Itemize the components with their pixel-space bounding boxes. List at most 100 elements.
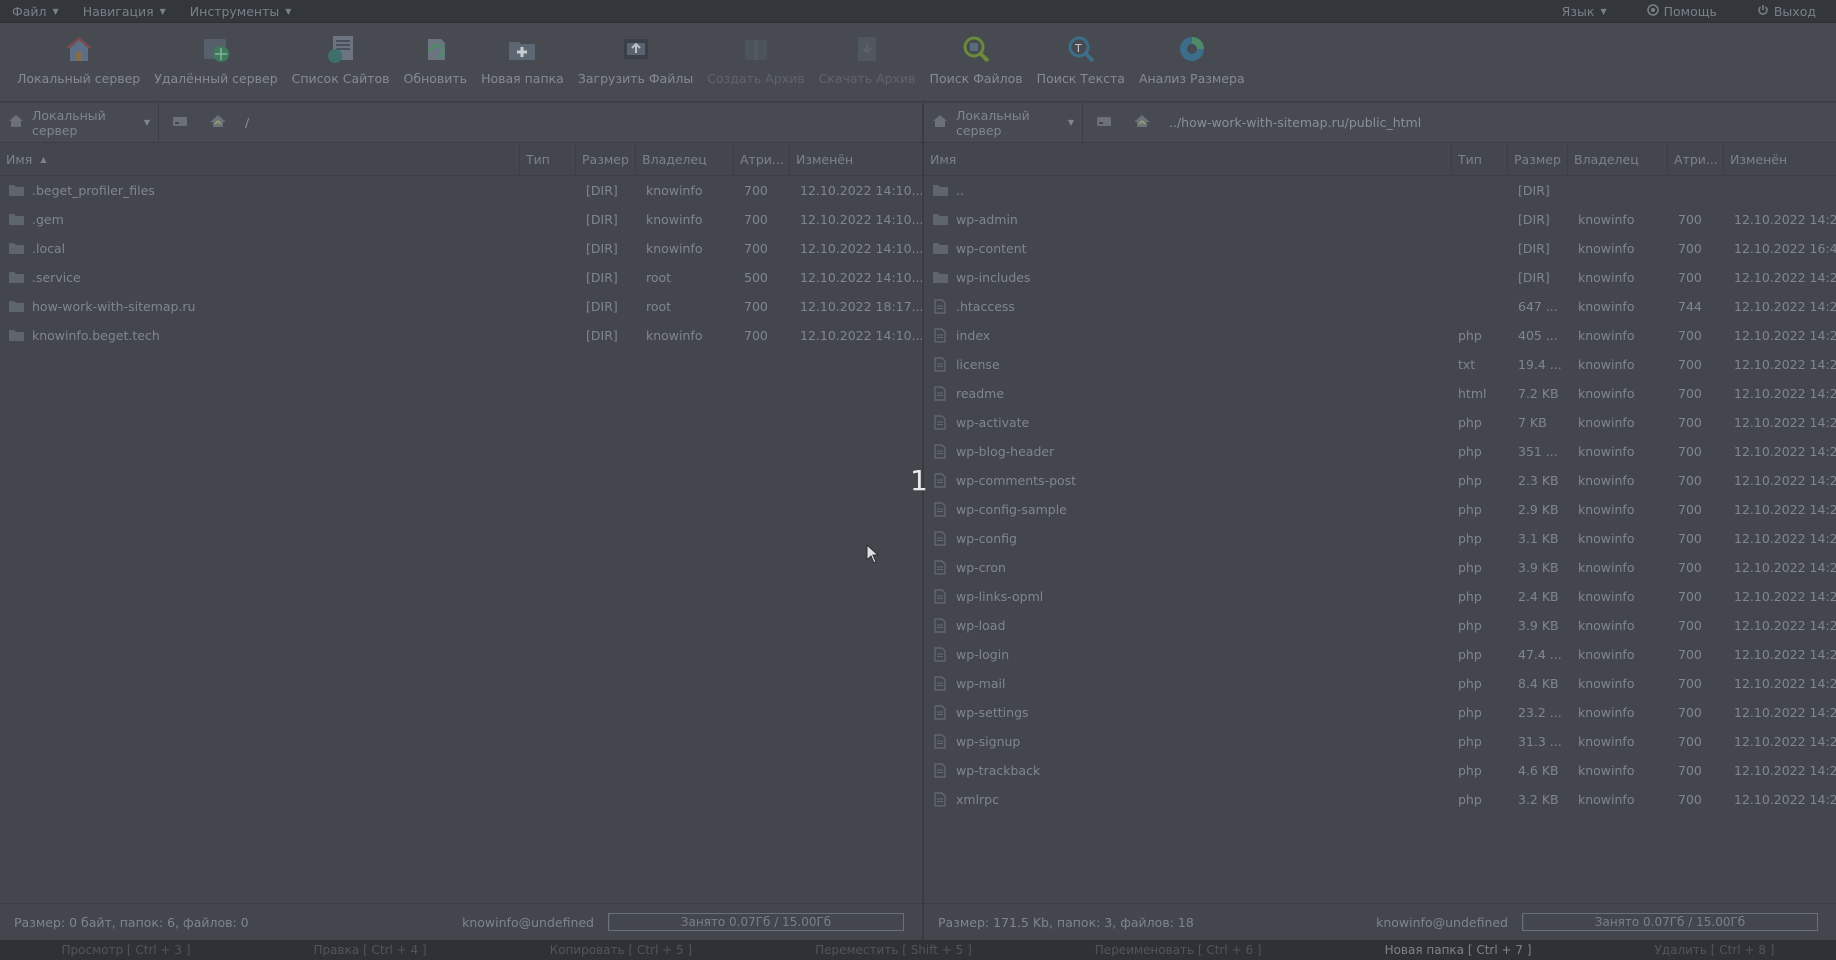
table-row[interactable]: .htaccess 647 ... knowinfo 744 12.10.2022 14… [924, 292, 1836, 321]
table-row[interactable]: wp-mail php 8.4 KB knowinfo 700 12.10.2022 14… [924, 669, 1836, 698]
cell-name: wp-links-opml [924, 589, 1452, 605]
table-row[interactable]: .gem [DIR] knowinfo 700 12.10.2022 14:10... [0, 205, 922, 234]
create-archive-button[interactable]: Создать Архив [700, 23, 811, 86]
table-row[interactable]: wp-config-sample php 2.9 KB knowinfo 700 12.1… [924, 495, 1836, 524]
column-header-attr[interactable]: Атри... [734, 143, 790, 175]
shortcut-2[interactable]: Копировать [ Ctrl + 5 ] [550, 943, 692, 957]
refresh-button[interactable]: Обновить [397, 23, 475, 86]
cell-size: 3.9 KB [1518, 560, 1559, 575]
cell-attr: 700 [1678, 734, 1702, 749]
file-icon [930, 386, 950, 402]
cell-attr: 700 [1678, 618, 1702, 633]
file-name: wp-trackback [956, 763, 1041, 778]
table-row[interactable]: knowinfo.beget.tech [DIR] knowinfo 700 12.10… [0, 321, 922, 350]
column-header-modified[interactable]: Изменён [1724, 143, 1836, 175]
column-header-modified[interactable]: Изменён [790, 143, 922, 175]
remote-server-button[interactable]: Удалённый сервер [147, 23, 284, 86]
cell-type: php [1458, 444, 1482, 459]
right-server-select[interactable]: Локальный сервер ▼ [924, 103, 1083, 142]
left-path-bar: Локальный сервер ▼ / [0, 103, 922, 143]
column-header-name[interactable]: Имя ▲ [0, 143, 520, 175]
cell-name: wp-config-sample [924, 502, 1452, 518]
find-files-button[interactable]: Поиск Файлов [923, 23, 1030, 86]
cell-attr: 700 [1678, 647, 1702, 662]
table-row[interactable]: wp-settings php 23.2 ... knowinfo 700 12.10.2… [924, 698, 1836, 727]
menu-file[interactable]: Файл ▼ [0, 4, 71, 19]
cell-type: php [1458, 763, 1482, 778]
sites-list-button[interactable]: Список Сайтов [285, 23, 397, 86]
menu-tools[interactable]: Инструменты ▼ [178, 4, 304, 19]
table-row[interactable]: wp-signup php 31.3 ... knowinfo 700 12.10.202… [924, 727, 1836, 756]
table-row[interactable]: xmlrpc php 3.2 KB knowinfo 700 12.10.2022 14:… [924, 785, 1836, 814]
table-row[interactable]: .service [DIR] root 500 12.10.2022 14:10... [0, 263, 922, 292]
cell-name: license [924, 357, 1452, 373]
column-header-attr[interactable]: Атри... [1668, 143, 1724, 175]
drive-button[interactable] [161, 103, 199, 142]
table-row[interactable]: wp-includes [DIR] knowinfo 700 12.10.2022 14… [924, 263, 1836, 292]
column-header-size[interactable]: Размер [1508, 143, 1568, 175]
find-text-button[interactable]: T Поиск Текста [1030, 23, 1132, 86]
menu-help[interactable]: Помощь [1627, 4, 1737, 19]
table-row[interactable]: wp-login php 47.4 ... knowinfo 700 12.10.2022… [924, 640, 1836, 669]
download-archive-button[interactable]: Скачать Архив [812, 23, 923, 86]
drive-button[interactable] [1085, 103, 1123, 142]
shortcut-1[interactable]: Правка [ Ctrl + 4 ] [314, 943, 427, 957]
table-row[interactable]: how-work-with-sitemap.ru [DIR] root 700 12.1… [0, 292, 922, 321]
cell-owner: root [646, 270, 672, 285]
table-row[interactable]: license txt 19.4 ... knowinfo 700 12.10.2022 … [924, 350, 1836, 379]
table-row[interactable]: wp-links-opml php 2.4 KB knowinfo 700 12.10.2… [924, 582, 1836, 611]
table-row[interactable]: wp-cron php 3.9 KB knowinfo 700 12.10.2022 14… [924, 553, 1836, 582]
column-header-size[interactable]: Размер [576, 143, 636, 175]
cell-modified: 12.10.2022 14:22... [1734, 357, 1836, 372]
shortcut-5[interactable]: Новая папка [ Ctrl + 7 ] [1385, 943, 1532, 957]
table-row[interactable]: wp-config php 3.1 KB knowinfo 700 12.10.2022 … [924, 524, 1836, 553]
cell-owner: knowinfo [1578, 270, 1635, 285]
table-row[interactable]: wp-blog-header php 351 ... knowinfo 700 12.10… [924, 437, 1836, 466]
table-row[interactable]: wp-trackback php 4.6 KB knowinfo 700 12.10.20… [924, 756, 1836, 785]
home-up-icon [1133, 114, 1151, 132]
cell-modified: 12.10.2022 14:22... [1734, 531, 1836, 546]
shortcut-0[interactable]: Просмотр [ Ctrl + 3 ] [61, 943, 190, 957]
new-folder-button[interactable]: Новая папка [474, 23, 571, 86]
column-header-owner[interactable]: Владелец [636, 143, 734, 175]
table-row[interactable]: wp-activate php 7 KB knowinfo 700 12.10.2022 … [924, 408, 1836, 437]
table-row[interactable]: wp-comments-post php 2.3 KB knowinfo 700 12.1… [924, 466, 1836, 495]
menu-language[interactable]: Язык ▼ [1542, 4, 1627, 19]
column-header-owner[interactable]: Владелец [1568, 143, 1668, 175]
cell-name: readme [924, 386, 1452, 402]
local-server-button[interactable]: Локальный сервер [10, 23, 147, 86]
file-icon [930, 444, 950, 460]
column-header-type[interactable]: Тип [1452, 143, 1508, 175]
size-analysis-button[interactable]: Анализ Размера [1132, 23, 1252, 86]
go-home-button[interactable] [199, 103, 237, 142]
cell-modified: 12.10.2022 16:46... [1734, 241, 1836, 256]
menu-navigation[interactable]: Навигация ▼ [71, 4, 178, 19]
cell-owner: knowinfo [1578, 357, 1635, 372]
right-pane: Локальный сервер ▼ ../how-work-with-site… [924, 103, 1836, 940]
table-row[interactable]: .local [DIR] knowinfo 700 12.10.2022 14:10..… [0, 234, 922, 263]
left-server-select[interactable]: Локальный сервер ▼ [0, 103, 159, 142]
table-row[interactable]: readme html 7.2 KB knowinfo 700 12.10.2022 14… [924, 379, 1836, 408]
shortcut-6[interactable]: Удалить [ Ctrl + 8 ] [1655, 943, 1775, 957]
table-row[interactable]: wp-admin [DIR] knowinfo 700 12.10.2022 14:22… [924, 205, 1836, 234]
shortcut-4[interactable]: Переименовать [ Ctrl + 6 ] [1095, 943, 1262, 957]
table-row[interactable]: .beget_profiler_files [DIR] knowinfo 700 12.… [0, 176, 922, 205]
go-home-button[interactable] [1123, 103, 1161, 142]
column-header-name[interactable]: Имя [924, 143, 1452, 175]
table-row[interactable]: wp-load php 3.9 KB knowinfo 700 12.10.2022 14… [924, 611, 1836, 640]
folder-icon [6, 299, 26, 315]
toolbar-label: Загрузить Файлы [577, 71, 694, 86]
cell-size: 3.9 KB [1518, 618, 1559, 633]
menu-logout[interactable]: Выход [1737, 4, 1836, 19]
cell-attr: 700 [744, 183, 768, 198]
table-row[interactable]: .. [DIR] [924, 176, 1836, 205]
cell-modified: 12.10.2022 14:10... [800, 241, 922, 256]
column-header-type[interactable]: Тип [520, 143, 576, 175]
upload-button[interactable]: Загрузить Файлы [571, 23, 700, 86]
file-name: wp-config-sample [956, 502, 1067, 517]
cell-modified: 12.10.2022 14:10... [800, 212, 922, 227]
table-row[interactable]: wp-content [DIR] knowinfo 700 12.10.2022 16:… [924, 234, 1836, 263]
table-row[interactable]: index php 405 ... knowinfo 700 12.10.2022 14:… [924, 321, 1836, 350]
shortcut-3[interactable]: Переместить [ Shift + 5 ] [815, 943, 972, 957]
cell-modified: 12.10.2022 14:22... [1734, 328, 1836, 343]
